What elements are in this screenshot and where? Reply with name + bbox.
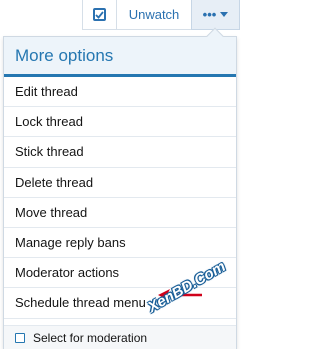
select-for-moderation-label: Select for moderation: [33, 330, 148, 345]
menu-item-delete-thread[interactable]: Delete thread: [4, 168, 236, 198]
checkbox-checked-icon: [93, 8, 106, 21]
menu-item-stick-thread[interactable]: Stick thread: [4, 137, 236, 168]
more-options-button[interactable]: •••: [191, 0, 240, 30]
menu-item-label: Delete thread: [15, 174, 94, 190]
menu-title-text: More options: [15, 45, 114, 65]
select-thread-button[interactable]: [82, 0, 116, 30]
checkbox-icon[interactable]: [15, 332, 25, 343]
menu-item-label: Schedule thread menu: [15, 295, 146, 311]
menu-item-move-thread[interactable]: Move thread: [4, 198, 236, 228]
menu-item-lock-thread[interactable]: Lock thread: [4, 107, 236, 138]
menu-item-label: Edit thread: [15, 84, 78, 100]
thread-toolbar: Unwatch •••: [0, 0, 240, 30]
menu-item-label: Manage reply bans: [15, 235, 126, 251]
menu-item-label: Stick thread: [15, 144, 84, 160]
menu-item-label: Moderator actions: [15, 265, 120, 281]
select-for-moderation[interactable]: Select for moderation: [4, 325, 236, 349]
more-dots-icon: •••: [202, 7, 217, 22]
chevron-down-icon: [220, 12, 229, 17]
menu-item-manage-reply-bans[interactable]: Manage reply bans: [4, 228, 236, 259]
menu-item-label: Move thread: [15, 204, 88, 220]
unwatch-button[interactable]: Unwatch: [116, 0, 191, 30]
unwatch-label: Unwatch: [128, 7, 180, 22]
menu-title: More options: [4, 37, 236, 77]
menu-item-edit-thread[interactable]: Edit thread: [4, 77, 236, 108]
menu-item-label: Lock thread: [15, 114, 83, 130]
more-options-menu: More options Edit thread Lock thread Sti…: [3, 27, 237, 349]
